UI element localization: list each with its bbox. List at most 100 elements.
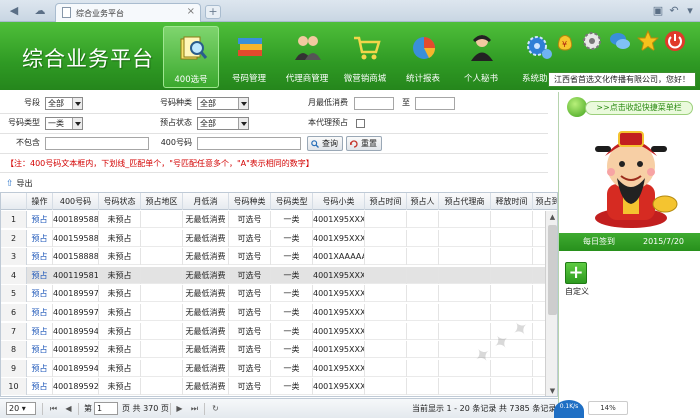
reserve-link[interactable]: 预占 bbox=[27, 229, 53, 247]
chat-icon[interactable] bbox=[609, 30, 631, 52]
table-row[interactable]: 10 预占 4001895925 未预占 无最低消费 可选号 一类 4001X95XXX bbox=[1, 378, 557, 396]
cell-status: 未预占 bbox=[99, 266, 141, 284]
col-header-number[interactable]: 400号码 bbox=[53, 193, 99, 210]
table-row[interactable]: 5 预占 4001895974 未预占 无最低消费 可选号 一类 4001X95XXX bbox=[1, 285, 557, 303]
nav-item-agent-mgmt[interactable]: 代理商管理 bbox=[279, 26, 335, 88]
col-header-subtype[interactable]: 号码小类 bbox=[313, 193, 365, 210]
col-header-release-time[interactable]: 释放时间 bbox=[491, 193, 533, 210]
browser-tab[interactable]: 综合业务平台 × bbox=[55, 3, 201, 22]
reserve-link[interactable]: 预占 bbox=[27, 248, 53, 266]
col-header-status[interactable]: 号码状态 bbox=[99, 193, 141, 210]
browser-tab-bar: ◀ ☁ 综合业务平台 × + ▣ ↶ ▾ bbox=[0, 0, 700, 22]
back-arrow-icon[interactable]: ◀ bbox=[6, 4, 22, 18]
settings-icon[interactable] bbox=[581, 30, 603, 52]
number400-input[interactable] bbox=[197, 137, 301, 150]
segment-select[interactable]: 全部 bbox=[45, 97, 83, 110]
number-kind-select[interactable]: 全部 bbox=[197, 97, 249, 110]
money-bag-icon[interactable]: ¥ bbox=[554, 30, 576, 52]
table-row[interactable]: 4 预占 4001195811 未预占 无最低消费 可选号 一类 4001X95XXX bbox=[1, 266, 557, 284]
cell-reserver bbox=[407, 211, 439, 228]
col-header-fee[interactable]: 月低消 bbox=[183, 193, 229, 210]
prev-page-icon[interactable]: ◀ bbox=[63, 403, 74, 414]
table-row[interactable]: 3 预占 4001588888 未预占 无最低消费 可选号 一类 4001XAAAAA bbox=[1, 248, 557, 266]
number-type-select[interactable]: 一类 bbox=[45, 117, 83, 130]
collapse-shortcut-button[interactable]: >>点击收起快捷菜单栏 bbox=[567, 96, 695, 118]
divider bbox=[0, 113, 548, 114]
tab-title: 综合业务平台 bbox=[76, 9, 124, 18]
nav-item-400-select[interactable]: 400选号 bbox=[163, 26, 219, 88]
nav-item-micro-mall[interactable]: 微营销商城 bbox=[337, 26, 393, 88]
last-page-icon[interactable]: ⏭ bbox=[189, 403, 200, 414]
min-fee-from-input[interactable] bbox=[354, 97, 394, 110]
table-row[interactable]: 7 预占 4001895949 未预占 无最低消费 可选号 一类 4001X95XXX bbox=[1, 322, 557, 340]
reserve-link[interactable]: 预占 bbox=[27, 266, 53, 284]
custom-shortcut-button[interactable]: + 自定义 bbox=[565, 262, 591, 297]
nav-label: 号码管理 bbox=[231, 74, 266, 84]
cell-number: 4001895970 bbox=[53, 304, 99, 321]
cloud-icon[interactable]: ☁ bbox=[32, 4, 48, 18]
cell-reserve-agent bbox=[439, 322, 491, 340]
page-number-input[interactable]: 1 bbox=[94, 402, 118, 415]
table-row[interactable]: 1 预占 4001895888 未预占 无最低消费 可选号 一类 4001X95XXX bbox=[1, 211, 557, 228]
chevron-down-icon[interactable]: ▾ bbox=[682, 4, 698, 18]
export-button[interactable]: ⇧ 导出 bbox=[6, 178, 33, 189]
reserve-link[interactable]: 预占 bbox=[27, 378, 53, 396]
col-header-reserve-until[interactable]: 预占到 bbox=[533, 193, 558, 210]
min-fee-to-input[interactable] bbox=[415, 97, 455, 110]
page-size-select[interactable]: 20 ▾ bbox=[6, 402, 36, 415]
next-page-icon[interactable]: ▶ bbox=[174, 403, 185, 414]
star-icon[interactable] bbox=[637, 30, 659, 52]
cell-fee: 无最低消费 bbox=[183, 285, 229, 303]
reserve-link[interactable]: 预占 bbox=[27, 359, 53, 377]
query-button[interactable]: 查询 bbox=[307, 136, 343, 151]
col-header-area[interactable]: 预占地区 bbox=[141, 193, 183, 210]
reserve-link[interactable]: 预占 bbox=[27, 211, 53, 228]
row-number: 7 bbox=[1, 322, 27, 340]
cell-reserver bbox=[407, 341, 439, 359]
exclude-input[interactable] bbox=[45, 137, 149, 150]
reserve-status-select[interactable]: 全部 bbox=[197, 117, 249, 130]
daily-sign-in-bar[interactable]: 每日签到 2015/7/20 bbox=[559, 233, 700, 251]
refresh-icon[interactable]: ↻ bbox=[210, 403, 221, 414]
reserve-link[interactable]: 预占 bbox=[27, 322, 53, 340]
col-header-op[interactable]: 操作 bbox=[27, 193, 53, 210]
col-header-type[interactable]: 号码类型 bbox=[271, 193, 313, 210]
table-row[interactable]: 9 预占 4001895942 未预占 无最低消费 可选号 一类 4001X95XXX bbox=[1, 359, 557, 377]
col-header-reserver[interactable]: 预占人 bbox=[407, 193, 439, 210]
reserve-link[interactable]: 预占 bbox=[27, 304, 53, 321]
cell-subtype: 4001X95XXX bbox=[313, 211, 365, 228]
nav-item-number-mgmt[interactable]: 号码管理 bbox=[221, 26, 277, 88]
cell-status: 未预占 bbox=[99, 211, 141, 228]
close-tab-icon[interactable]: × bbox=[187, 6, 195, 17]
cell-reserver bbox=[407, 359, 439, 377]
nav-item-secretary[interactable]: 个人秘书 bbox=[453, 26, 509, 88]
cell-area bbox=[141, 266, 183, 284]
agent-reserve-checkbox[interactable] bbox=[356, 119, 365, 128]
nav-item-statistics[interactable]: 统计报表 bbox=[395, 26, 451, 88]
table-row[interactable]: 2 预占 4001595888 未预占 无最低消费 可选号 一类 4001X95XXX bbox=[1, 229, 557, 247]
nav-label: 微营销商城 bbox=[343, 74, 387, 84]
window-icon[interactable]: ▣ bbox=[650, 4, 666, 18]
reserve-link[interactable]: 预占 bbox=[27, 285, 53, 303]
col-header-kind[interactable]: 号码种类 bbox=[229, 193, 271, 210]
col-header-reserve-agent[interactable]: 预占代理商 bbox=[439, 193, 491, 210]
network-speed-widget[interactable]: 0.1K/s bbox=[554, 400, 584, 418]
reset-button[interactable]: 重置 bbox=[346, 136, 382, 151]
reserve-link[interactable]: 预占 bbox=[27, 341, 53, 359]
col-header-reserve-time[interactable]: 预占时间 bbox=[365, 193, 407, 210]
cell-kind: 可选号 bbox=[229, 341, 271, 359]
cell-subtype: 4001X95XXX bbox=[313, 341, 365, 359]
cell-status: 未预占 bbox=[99, 248, 141, 266]
scroll-down-icon[interactable]: ▼ bbox=[546, 385, 557, 396]
grid-vertical-scrollbar[interactable]: ▲ ▼ bbox=[545, 211, 557, 396]
cell-area bbox=[141, 322, 183, 340]
first-page-icon[interactable]: ⏮ bbox=[48, 403, 59, 414]
cell-fee: 无最低消费 bbox=[183, 211, 229, 228]
cell-kind: 可选号 bbox=[229, 266, 271, 284]
scroll-up-icon[interactable]: ▲ bbox=[546, 211, 557, 223]
new-tab-button[interactable]: + bbox=[205, 5, 221, 19]
table-row[interactable]: 6 预占 4001895970 未预占 无最低消费 可选号 一类 4001X95XXX bbox=[1, 304, 557, 321]
power-icon[interactable] bbox=[664, 30, 686, 52]
scrollbar-thumb[interactable] bbox=[548, 225, 557, 315]
undo-icon[interactable]: ↶ bbox=[666, 4, 682, 18]
